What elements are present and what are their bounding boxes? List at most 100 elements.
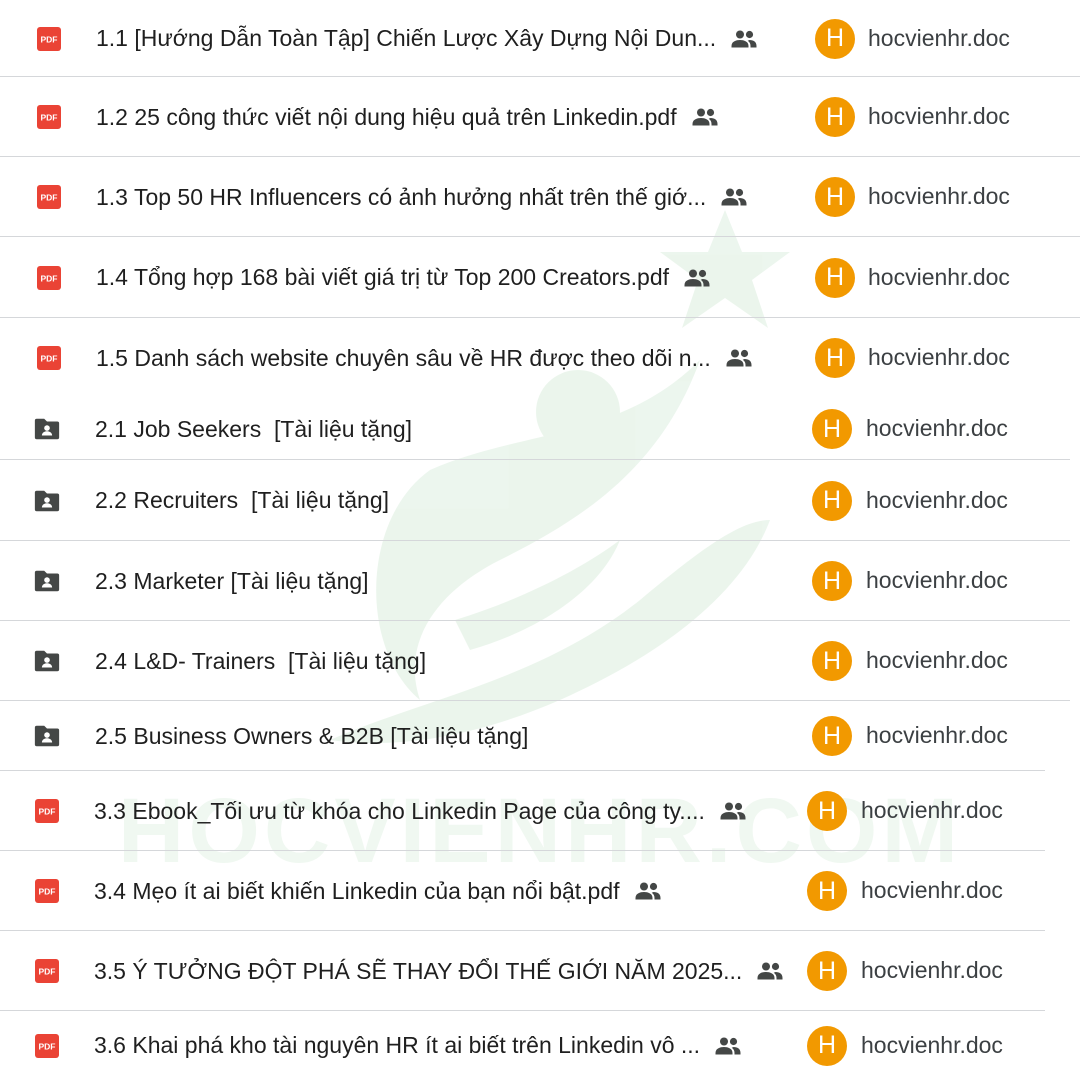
owner-name: hocvienhr.doc: [861, 877, 1003, 903]
shared-people-icon: [730, 29, 758, 49]
svg-text:PDF: PDF: [41, 113, 58, 123]
shared-people-icon: [725, 348, 753, 368]
owner-avatar: H: [812, 480, 852, 521]
file-name-text: 1.5 Danh sách website chuyên sâu về HR đ…: [96, 344, 711, 371]
file-name[interactable]: 1.4 Tổng hợp 168 bài viết giá trị từ Top…: [96, 263, 711, 293]
shared-people-icon: [634, 881, 662, 901]
owner-name: hocvienhr.doc: [861, 957, 1003, 983]
owner-avatar: H: [807, 1025, 847, 1066]
svg-text:PDF: PDF: [41, 273, 58, 283]
file-name[interactable]: 3.6 Khai phá kho tài nguyên HR ít ai biế…: [94, 1031, 742, 1061]
folder-row[interactable]: 2.1 Job Seekers [Tài liệu tặng] Hhocvienh…: [0, 398, 1070, 460]
file-list: PDF 1.1 [Hướng Dẫn Toàn Tập] Chiến Lược X…: [0, 0, 1080, 1080]
owner-avatar: H: [812, 409, 852, 449]
file-name[interactable]: 3.4 Mẹo ít ai biết khiến Linkedin của bạ…: [94, 876, 662, 906]
shared-folder-icon: [33, 415, 61, 443]
owner-name: hocvienhr.doc: [866, 415, 1008, 441]
owner-avatar: H: [812, 641, 852, 681]
pdf-icon: PDF: [35, 25, 63, 53]
owner-avatar: H: [807, 871, 847, 911]
file-name-text: 3.5 Ý TƯỞNG ĐỘT PHÁ SẼ THAY ĐỔI THẾ GIỚI…: [94, 957, 743, 984]
folder-row[interactable]: 2.4 L&D- Trainers [Tài liệu tặng] Hhocvie…: [0, 621, 1070, 701]
svg-text:PDF: PDF: [41, 354, 58, 364]
pdf-icon: PDF: [35, 344, 63, 372]
pdf-icon: PDF: [35, 183, 63, 211]
file-name-text: 1.4 Tổng hợp 168 bài viết giá trị từ Top…: [96, 264, 670, 290]
owner-name: hocvienhr.doc: [866, 486, 1008, 513]
folder-row[interactable]: 2.5 Business Owners & B2B [Tài liệu tặng…: [0, 701, 1045, 771]
owner-name: hocvienhr.doc: [868, 24, 1010, 51]
svg-text:PDF: PDF: [39, 967, 56, 977]
owner-name: hocvienhr.doc: [868, 103, 1010, 129]
pdf-icon: PDF: [33, 957, 61, 985]
owner-avatar: H: [815, 177, 855, 217]
shared-people-icon: [756, 961, 784, 981]
file-name-text: 2.3 Marketer [Tài liệu tặng]: [95, 567, 369, 594]
pdf-icon: PDF: [33, 1032, 61, 1060]
pdf-icon: PDF: [35, 264, 63, 292]
owner-name: hocvienhr.doc: [861, 1031, 1003, 1058]
owner-avatar: H: [815, 257, 855, 298]
owner-name: hocvienhr.doc: [861, 797, 1003, 823]
owner-avatar: H: [815, 97, 855, 137]
shared-folder-icon: [33, 487, 61, 515]
shared-people-icon: [714, 1036, 742, 1056]
owner-avatar: H: [812, 716, 852, 756]
file-name-text: 2.4 L&D- Trainers [Tài liệu tặng]: [95, 647, 427, 674]
file-name[interactable]: 3.5 Ý TƯỞNG ĐỘT PHÁ SẼ THAY ĐỔI THẾ GIỚI…: [94, 956, 784, 986]
file-row[interactable]: PDF 3.5 Ý TƯỞNG ĐỘT PHÁ SẼ THAY ĐỔI THẾ G…: [0, 931, 1045, 1011]
folder-row[interactable]: 2.3 Marketer [Tài liệu tặng] Hhocvienhr.d…: [0, 541, 1070, 621]
file-name-text: 1.2 25 công thức viết nội dung hiệu quả …: [96, 103, 677, 130]
file-name[interactable]: 3.3 Ebook_Tối ưu từ khóa cho Linkedin Pa…: [94, 796, 747, 826]
shared-people-icon: [691, 107, 719, 127]
file-name-text: 2.2 Recruiters [Tài liệu tặng]: [95, 487, 390, 513]
file-name[interactable]: 2.2 Recruiters [Tài liệu tặng]: [95, 486, 389, 516]
owner-name: hocvienhr.doc: [868, 344, 1010, 370]
owner-name: hocvienhr.doc: [866, 567, 1008, 593]
file-name[interactable]: 1.1 [Hướng Dẫn Toàn Tập] Chiến Lược Xây …: [96, 24, 758, 54]
owner-avatar: H: [807, 791, 847, 831]
owner-avatar: H: [815, 18, 855, 59]
folder-row[interactable]: 2.2 Recruiters [Tài liệu tặng] Hhocvienhr…: [0, 460, 1070, 541]
shared-folder-icon: [33, 647, 61, 675]
file-row[interactable]: PDF 3.3 Ebook_Tối ưu từ khóa cho Linkedin…: [0, 771, 1045, 851]
svg-text:PDF: PDF: [39, 1041, 56, 1051]
file-row[interactable]: PDF 3.4 Mẹo ít ai biết khiến Linkedin của…: [0, 851, 1045, 931]
shared-folder-icon: [33, 722, 61, 750]
owner-name: hocvienhr.doc: [868, 263, 1010, 290]
pdf-icon: PDF: [33, 797, 61, 825]
shared-people-icon: [719, 801, 747, 821]
file-name-text: 2.5 Business Owners & B2B [Tài liệu tặng…: [95, 722, 529, 749]
owner-name: hocvienhr.doc: [868, 183, 1010, 209]
file-name[interactable]: 1.2 25 công thức viết nội dung hiệu quả …: [96, 102, 719, 132]
svg-text:PDF: PDF: [39, 887, 56, 897]
file-name[interactable]: 2.5 Business Owners & B2B [Tài liệu tặng…: [95, 721, 528, 751]
file-name-text: 2.1 Job Seekers [Tài liệu tặng]: [95, 415, 413, 442]
svg-text:PDF: PDF: [41, 193, 58, 203]
pdf-icon: PDF: [33, 877, 61, 905]
pdf-icon: PDF: [35, 103, 63, 131]
file-name[interactable]: 2.3 Marketer [Tài liệu tặng]: [95, 566, 369, 596]
owner-name: hocvienhr.doc: [866, 722, 1008, 748]
file-name-text: 1.1 [Hướng Dẫn Toàn Tập] Chiến Lược Xây …: [96, 25, 717, 51]
file-row[interactable]: PDF 1.1 [Hướng Dẫn Toàn Tập] Chiến Lược X…: [0, 0, 1080, 77]
file-name[interactable]: 1.3 Top 50 HR Influencers có ảnh hưởng n…: [96, 182, 748, 212]
shared-people-icon: [683, 268, 711, 288]
file-name[interactable]: 2.1 Job Seekers [Tài liệu tặng]: [95, 414, 412, 444]
file-name-text: 3.3 Ebook_Tối ưu từ khóa cho Linkedin Pa…: [94, 797, 705, 824]
owner-avatar: H: [815, 338, 855, 378]
owner-avatar: H: [807, 951, 847, 991]
file-row[interactable]: PDF 3.6 Khai phá kho tài nguyên HR ít ai …: [0, 1011, 1080, 1080]
file-name-text: 3.6 Khai phá kho tài nguyên HR ít ai biế…: [94, 1032, 701, 1058]
file-name-text: 1.3 Top 50 HR Influencers có ảnh hưởng n…: [96, 183, 707, 210]
file-name-text: 3.4 Mẹo ít ai biết khiến Linkedin của bạ…: [94, 877, 620, 904]
owner-avatar: H: [812, 561, 852, 601]
file-row[interactable]: PDF 1.4 Tổng hợp 168 bài viết giá trị từ …: [0, 237, 1080, 318]
svg-text:PDF: PDF: [41, 34, 58, 44]
file-row[interactable]: PDF 1.5 Danh sách website chuyên sâu về H…: [0, 318, 1080, 398]
file-name[interactable]: 1.5 Danh sách website chuyên sâu về HR đ…: [96, 343, 753, 373]
file-row[interactable]: PDF 1.2 25 công thức viết nội dung hiệu q…: [0, 77, 1080, 157]
file-row[interactable]: PDF 1.3 Top 50 HR Influencers có ảnh hưởn…: [0, 157, 1080, 237]
file-name[interactable]: 2.4 L&D- Trainers [Tài liệu tặng]: [95, 646, 426, 676]
owner-name: hocvienhr.doc: [866, 647, 1008, 673]
